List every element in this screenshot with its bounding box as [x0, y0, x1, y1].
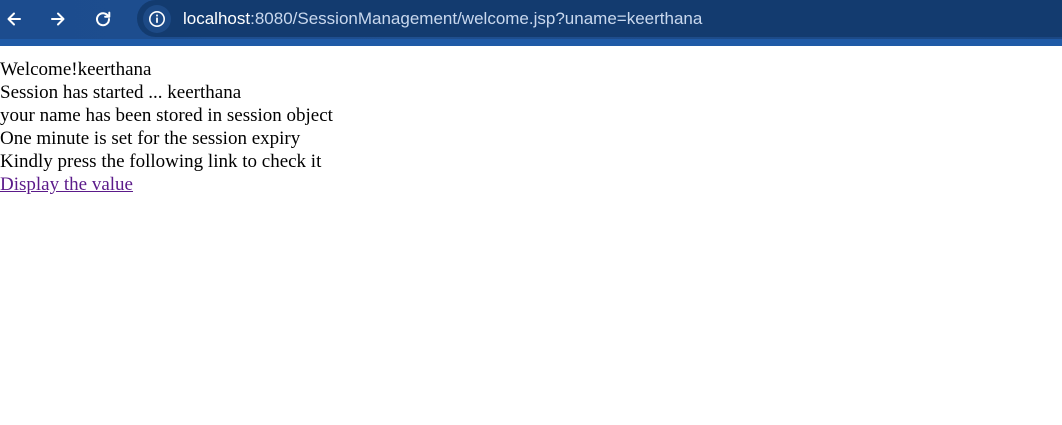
name-stored-message: your name has been stored in session obj…: [0, 105, 333, 126]
forward-arrow-icon: [51, 12, 65, 26]
display-value-link[interactable]: Display the value: [0, 174, 133, 195]
info-icon: [149, 10, 165, 27]
toolbar-accent-strip: [0, 39, 1062, 46]
page-content: Welcome!keerthana Session has started ..…: [0, 58, 333, 196]
reload-button[interactable]: [89, 5, 117, 33]
browser-toolbar: localhost:8080/SessionManagement/welcome…: [0, 0, 1062, 39]
url-host: localhost: [183, 8, 251, 28]
session-expiry-message: One minute is set for the session expiry: [0, 128, 301, 149]
welcome-message: Welcome!keerthana: [0, 59, 152, 80]
forward-button[interactable]: [44, 5, 72, 33]
back-arrow-icon: [7, 12, 21, 26]
reload-icon: [96, 11, 111, 27]
session-started-message: Session has started ... keerthana: [0, 82, 242, 103]
site-info-button[interactable]: [143, 4, 171, 33]
back-button[interactable]: [0, 5, 28, 33]
instruction-message: Kindly press the following link to check…: [0, 151, 322, 172]
url-path: :8080/SessionManagement/welcome.jsp?unam…: [250, 8, 703, 28]
url-text[interactable]: localhost:8080/SessionManagement/welcome…: [183, 9, 702, 29]
address-bar[interactable]: localhost:8080/SessionManagement/welcome…: [137, 0, 1062, 37]
